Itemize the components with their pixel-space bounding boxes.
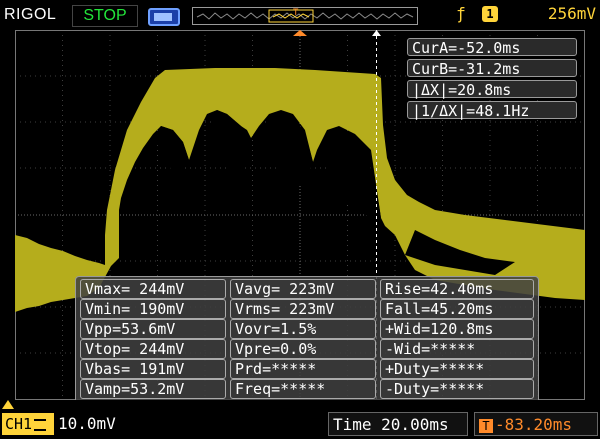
meas-pos-width: +Wid=120.8ms — [380, 319, 534, 339]
trigger-offset-readout[interactable]: T -83.20ms — [474, 412, 598, 436]
meas-neg-duty: -Duty=***** — [380, 379, 534, 399]
meas-neg-width: -Wid=***** — [380, 339, 534, 359]
meas-fall: Fall=45.20ms — [380, 299, 534, 319]
meas-rise: Rise=42.40ms — [380, 279, 534, 299]
ch1-label-text: CH1 — [5, 415, 33, 433]
meas-vpre: Vpre=0.0% — [230, 339, 376, 359]
meas-vrms: Vrms= 223mV — [230, 299, 376, 319]
trigger-edge-icon: ƒ — [456, 4, 466, 23]
meas-pos-duty: +Duty=***** — [380, 359, 534, 379]
trigger-source-badge: 1 — [482, 6, 498, 22]
meas-vamp: Vamp=53.2mV — [80, 379, 226, 399]
ch1-vertical-scale: 10.0mV — [58, 414, 116, 433]
meas-vpp: Vpp=53.6mV — [80, 319, 226, 339]
cursor-inverse-delta-x-readout: |1/ΔX|=48.1Hz — [407, 101, 577, 120]
meas-vmin: Vmin= 190mV — [80, 299, 226, 319]
dc-coupling-icon — [34, 418, 47, 431]
top-status-bar: RIGOL STOP T ƒ 1 256mV — [0, 0, 600, 30]
trigger-offset-icon: T — [479, 418, 493, 433]
meas-vavg: Vavg= 223mV — [230, 279, 376, 299]
bottom-status-bar: CH1 10.0mV Time 20.00ms T -83.20ms — [0, 400, 600, 439]
svg-text:T: T — [293, 8, 299, 18]
meas-vmax: Vmax= 244mV — [80, 279, 226, 299]
cursor-delta-x-readout: |ΔX|=20.8ms — [407, 80, 577, 99]
memory-depth-indicator: T — [192, 7, 418, 25]
ch1-ground-marker-icon — [2, 400, 14, 409]
trigger-offset-value: -83.20ms — [495, 415, 573, 434]
meas-vovr: Vovr=1.5% — [230, 319, 376, 339]
usb-storage-icon — [148, 8, 180, 26]
cursor-a-readout: CurA=-52.0ms — [407, 38, 577, 57]
meas-freq: Freq=***** — [230, 379, 376, 399]
ch1-channel-label[interactable]: CH1 — [2, 413, 54, 435]
meas-prd: Prd=***** — [230, 359, 376, 379]
meas-vbas: Vbas= 191mV — [80, 359, 226, 379]
trigger-level: 256mV — [547, 4, 596, 23]
timebase-readout[interactable]: Time 20.00ms — [328, 412, 468, 436]
cursor-b-readout: CurB=-31.2ms — [407, 59, 577, 78]
run-stop-status[interactable]: STOP — [72, 5, 138, 27]
meas-vtop: Vtop= 244mV — [80, 339, 226, 359]
brand-logo: RIGOL — [4, 6, 57, 23]
measurement-panel: Vmax= 244mV Vmin= 190mV Vpp=53.6mV Vtop=… — [75, 276, 539, 404]
